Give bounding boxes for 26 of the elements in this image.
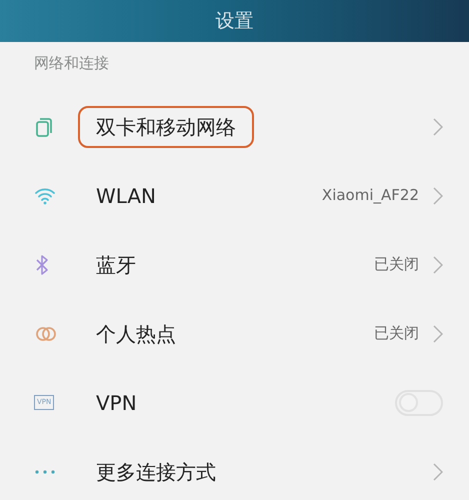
row-label: 双卡和移动网络 (78, 106, 254, 148)
row-label: 更多连接方式 (95, 458, 217, 486)
row-label: VPN (95, 390, 138, 416)
row-value: 已关闭 (374, 323, 419, 344)
bluetooth-icon (34, 254, 50, 276)
row-label: WLAN (95, 182, 158, 210)
settings-row[interactable]: 双卡和移动网络 (0, 92, 469, 161)
chevron-icon (433, 256, 443, 274)
settings-row[interactable]: 蓝牙 已关闭 (0, 230, 469, 299)
wifi-icon (34, 186, 56, 204)
section-header: 网络和连接 (34, 54, 109, 72)
chevron-icon (433, 186, 443, 204)
settings-row[interactable]: 更多连接方式 (0, 437, 469, 500)
linked-rings-icon (34, 324, 58, 342)
row-label: 蓝牙 (95, 252, 137, 278)
sim-cards-icon (34, 116, 54, 138)
settings-row[interactable]: 个人热点 已关闭 (0, 299, 469, 368)
chevron-icon (433, 462, 443, 480)
row-label: 个人热点 (95, 320, 177, 348)
chevron-icon (433, 324, 443, 342)
row-value: 已关闭 (374, 254, 419, 276)
screen-title: 设置 (216, 8, 254, 34)
chevron-icon (433, 118, 443, 136)
row-value: Xiaomi_AF22 (322, 185, 419, 206)
settings-row[interactable]: WLAN Xiaomi_AF22 (0, 161, 469, 230)
more-dots-icon (34, 468, 56, 474)
